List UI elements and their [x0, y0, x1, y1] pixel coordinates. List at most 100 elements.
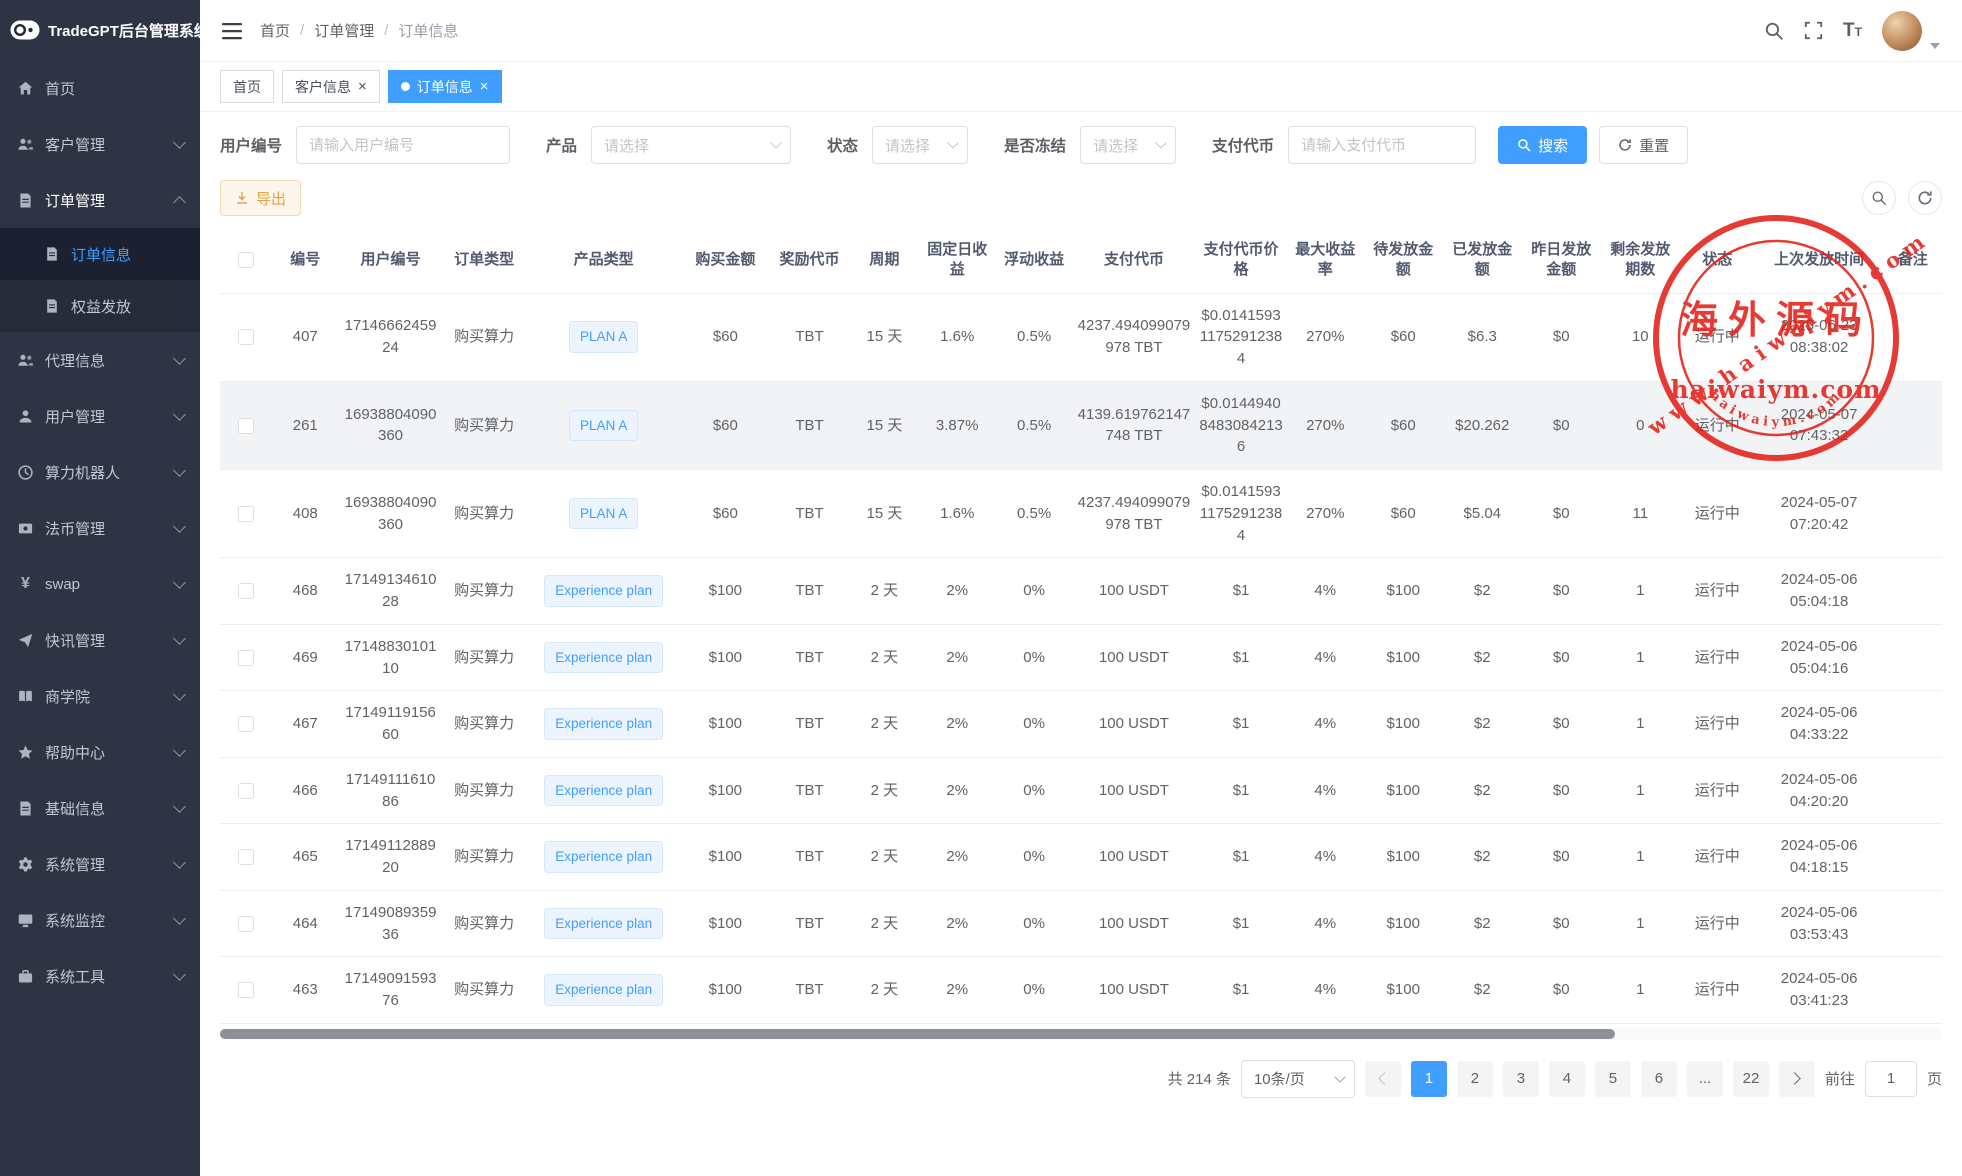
sidebar-item-school[interactable]: 商学院 [0, 668, 200, 724]
cell-remaining_periods: 1 [1601, 890, 1680, 957]
export-button[interactable]: 导出 [220, 180, 301, 216]
horizontal-scrollbar-thumb[interactable] [220, 1029, 1615, 1039]
cell-pending_amount: $100 [1364, 824, 1443, 891]
breadcrumb-item[interactable]: 订单管理 [314, 20, 374, 41]
page-buttons: 123456... 22 [1411, 1061, 1769, 1097]
sidebar-item-help[interactable]: 帮助中心 [0, 724, 200, 780]
cell-product: PLAN A [526, 470, 682, 558]
refresh-icon[interactable] [1908, 181, 1942, 215]
page-ellipsis[interactable]: ... [1687, 1061, 1723, 1097]
chevron-down-icon [173, 688, 186, 701]
close-icon[interactable]: × [358, 79, 367, 94]
page-button-22[interactable]: 22 [1733, 1061, 1769, 1097]
cell-reward_token: TBT [769, 381, 850, 469]
hamburger-icon[interactable] [222, 22, 242, 40]
cell-buy_amount: $100 [682, 558, 769, 625]
sidebar-subitem-rights-issue[interactable]: 权益发放 [0, 280, 200, 332]
tab-订单信息[interactable]: 订单信息× [388, 70, 502, 103]
cell-remark [1884, 624, 1942, 691]
zoom-icon[interactable] [1862, 181, 1896, 215]
sidebar-item-system[interactable]: 系统管理 [0, 836, 200, 892]
fullscreen-icon[interactable] [1804, 21, 1823, 40]
sidebar-item-customers[interactable]: 客户管理 [0, 116, 200, 172]
cell-pay_token_price: $1 [1195, 624, 1287, 691]
sidebar-subitem-label: 订单信息 [71, 244, 131, 265]
select-all-checkbox[interactable] [238, 252, 254, 268]
sidebar-item-fiat[interactable]: 法币管理 [0, 500, 200, 556]
sidebar-item-baseinfo[interactable]: 基础信息 [0, 780, 200, 836]
table-row: 4691714883010110购买算力Experience plan$100T… [220, 624, 1942, 691]
product-chip: PLAN A [569, 321, 638, 353]
user-id-input[interactable] [296, 126, 510, 164]
cell-max_yield: 4% [1287, 957, 1364, 1024]
row-checkbox[interactable] [238, 783, 254, 799]
font-size-icon[interactable]: TT [1843, 21, 1862, 40]
cell-status: 运行中 [1680, 381, 1755, 469]
cell-period: 2 天 [850, 957, 919, 1024]
cell-floating_yield: 0.5% [996, 293, 1073, 381]
row-checkbox[interactable] [238, 418, 254, 434]
search-icon[interactable] [1764, 21, 1784, 41]
cell-remark [1884, 293, 1942, 381]
page-button-5[interactable]: 5 [1595, 1061, 1631, 1097]
column-header: 固定日收益 [919, 228, 996, 293]
page-size-select[interactable]: 10条/页 [1241, 1060, 1355, 1098]
sidebar-item-home[interactable]: 首页 [0, 60, 200, 116]
goto-page-input[interactable] [1865, 1061, 1917, 1097]
horizontal-scrollbar-track[interactable] [220, 1028, 1942, 1040]
status-select[interactable]: 请选择 [872, 126, 968, 164]
cell-max_yield: 4% [1287, 624, 1364, 691]
cell-issued_amount: $2 [1443, 558, 1522, 625]
close-icon[interactable]: × [480, 79, 489, 94]
row-checkbox[interactable] [238, 716, 254, 732]
sidebar-item-users[interactable]: 用户管理 [0, 388, 200, 444]
row-select-cell [220, 957, 272, 1024]
cell-yesterday_issued: $0 [1522, 381, 1601, 469]
tab-首页[interactable]: 首页 [220, 70, 274, 103]
row-select-cell [220, 624, 272, 691]
tab-客户信息[interactable]: 客户信息× [282, 70, 380, 103]
sidebar-item-monitor[interactable]: 系统监控 [0, 892, 200, 948]
sidebar-subitem-order-info[interactable]: 订单信息 [0, 228, 200, 280]
cell-no: 463 [272, 957, 339, 1024]
row-checkbox[interactable] [238, 650, 254, 666]
row-checkbox[interactable] [238, 849, 254, 865]
next-page-button[interactable] [1779, 1061, 1815, 1097]
search-button[interactable]: 搜索 [1498, 126, 1587, 164]
row-select-cell [220, 470, 272, 558]
cell-status: 运行中 [1680, 293, 1755, 381]
reset-button[interactable]: 重置 [1599, 126, 1688, 164]
frozen-select[interactable]: 请选择 [1080, 126, 1176, 164]
pay-token-input[interactable] [1288, 126, 1476, 164]
row-checkbox[interactable] [238, 916, 254, 932]
sidebar-item-robot[interactable]: 算力机器人 [0, 444, 200, 500]
row-checkbox[interactable] [238, 506, 254, 522]
cell-status: 运行中 [1680, 957, 1755, 1024]
prev-page-button[interactable] [1365, 1061, 1401, 1097]
page-button-1[interactable]: 1 [1411, 1061, 1447, 1097]
breadcrumb-item[interactable]: 首页 [260, 20, 290, 41]
page-button-3[interactable]: 3 [1503, 1061, 1539, 1097]
cell-product: Experience plan [526, 757, 682, 824]
sidebar-item-orders[interactable]: 订单管理 [0, 172, 200, 228]
column-header: 状态 [1680, 228, 1755, 293]
sidebar-item-news[interactable]: 快讯管理 [0, 612, 200, 668]
frozen-select-placeholder: 请选择 [1093, 135, 1149, 156]
page-button-2[interactable]: 2 [1457, 1061, 1493, 1097]
page-button-4[interactable]: 4 [1549, 1061, 1585, 1097]
cell-last_issue_time: 2024-05-07 07:43:32 [1755, 381, 1884, 469]
product-chip: Experience plan [544, 908, 663, 940]
sidebar-item-agents[interactable]: 代理信息 [0, 332, 200, 388]
product-select[interactable]: 请选择 [591, 126, 791, 164]
cell-no: 468 [272, 558, 339, 625]
chevron-down-icon[interactable] [1930, 43, 1940, 49]
row-checkbox[interactable] [238, 583, 254, 599]
sidebar-item-swap[interactable]: ¥swap [0, 556, 200, 612]
sidebar-item-tools[interactable]: 系统工具 [0, 948, 200, 1004]
row-checkbox[interactable] [238, 982, 254, 998]
row-checkbox[interactable] [238, 329, 254, 345]
avatar[interactable] [1882, 11, 1922, 51]
sidebar-menu: 首页客户管理订单管理订单信息权益发放代理信息用户管理算力机器人法币管理¥swap… [0, 60, 200, 1004]
cell-fixed_daily_yield: 1.6% [919, 293, 996, 381]
page-button-6[interactable]: 6 [1641, 1061, 1677, 1097]
